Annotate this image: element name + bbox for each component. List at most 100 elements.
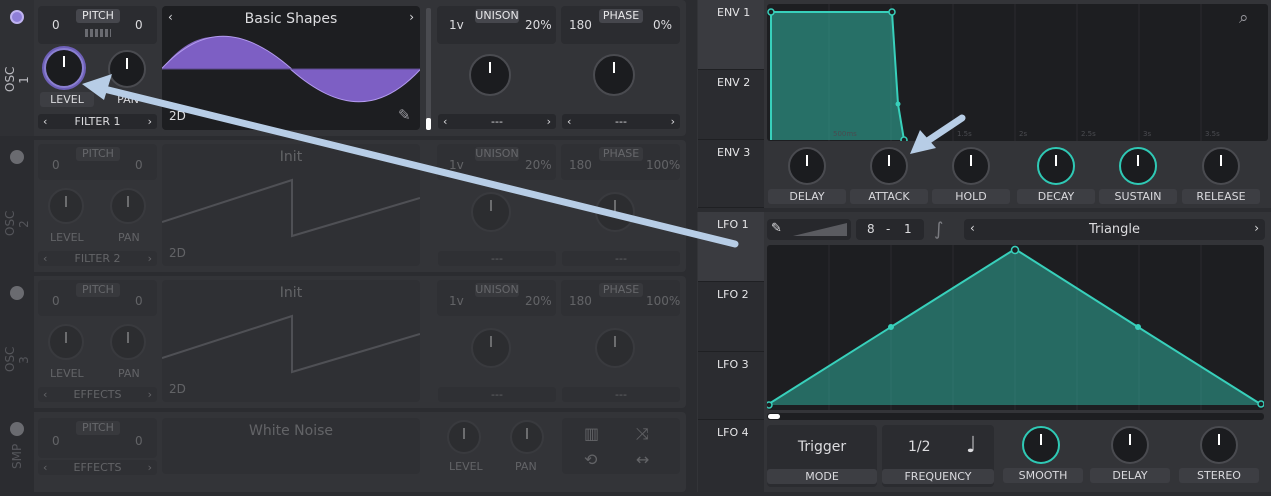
osc-3-unison-voices[interactable]: 1v: [449, 294, 464, 308]
osc-2-unison-knob[interactable]: [471, 192, 511, 232]
sample-destination-select[interactable]: ‹ EFFECTS ›: [38, 460, 157, 475]
osc-2-phase-value[interactable]: 180: [569, 158, 592, 172]
osc-2-2d-mode[interactable]: 2D: [169, 246, 186, 260]
osc-1-spectral-select[interactable]: ‹ --- ›: [438, 114, 556, 129]
osc-1-phase-knob[interactable]: [593, 54, 635, 96]
env-attack-knob[interactable]: [870, 147, 908, 185]
osc-3-wavetable-display[interactable]: Init 2D: [162, 280, 420, 402]
osc-1-unison-box[interactable]: 1v UNISON 20%: [437, 6, 556, 44]
lfo-delay-knob[interactable]: [1111, 426, 1149, 464]
tab-lfo-1[interactable]: LFO 1: [698, 212, 764, 282]
lfo-mode-value[interactable]: Trigger: [767, 439, 877, 455]
search-icon[interactable]: ⌕: [1239, 8, 1249, 28]
osc-3-phase-box[interactable]: 180 PHASE 100%: [561, 280, 680, 316]
osc-2-phase-knob[interactable]: [595, 192, 635, 232]
osc-3-spectral-select[interactable]: ---: [438, 387, 556, 402]
osc-1-unison-detune[interactable]: 20%: [525, 18, 552, 32]
curve-icon[interactable]: ∫: [934, 219, 943, 240]
osc-3-pitch-box[interactable]: 0 PITCH 0: [38, 280, 157, 316]
osc-1-pitch-transpose[interactable]: 0: [52, 18, 60, 32]
osc-3-distortion-select[interactable]: ---: [562, 387, 680, 402]
osc-2-pitch-box[interactable]: 0 PITCH 0: [38, 144, 157, 180]
osc-3-pan-knob[interactable]: [110, 324, 146, 360]
osc-2-phase-random[interactable]: 100%: [646, 158, 680, 172]
sample-pitch-tune[interactable]: 0: [135, 434, 143, 448]
env-delay-knob[interactable]: [788, 147, 826, 185]
osc-2-pitch-transpose[interactable]: 0: [52, 158, 60, 172]
music-note-icon[interactable]: ♩: [966, 433, 976, 458]
tab-lfo-4[interactable]: LFO 4: [698, 420, 764, 492]
tab-lfo-2[interactable]: LFO 2: [698, 282, 764, 352]
chevron-right-icon[interactable]: ›: [547, 114, 551, 129]
sample-level-knob[interactable]: [447, 420, 481, 454]
sample-pitch-transpose[interactable]: 0: [52, 434, 60, 448]
keyboard-icon[interactable]: ▥: [584, 424, 599, 443]
chevron-left-icon[interactable]: ‹: [43, 387, 47, 402]
lfo-grid-size[interactable]: 8 - 1: [856, 219, 924, 240]
lfo-frequency-value[interactable]: 1/2: [908, 439, 931, 455]
tab-lfo-3[interactable]: LFO 3: [698, 352, 764, 420]
chevron-left-icon[interactable]: ‹: [443, 114, 447, 129]
chevron-right-icon[interactable]: ›: [148, 387, 152, 402]
osc-2-unison-detune[interactable]: 20%: [525, 158, 552, 172]
osc-3-power-icon[interactable]: [10, 286, 24, 300]
osc-2-distortion-select[interactable]: ---: [562, 251, 680, 266]
lfo-paint-box[interactable]: ✎: [767, 219, 851, 240]
osc-1-phase-random[interactable]: 0%: [653, 18, 672, 32]
chevron-right-icon[interactable]: ›: [148, 251, 152, 266]
osc-2-unison-voices[interactable]: 1v: [449, 158, 464, 172]
osc-3-2d-mode[interactable]: 2D: [169, 382, 186, 396]
tab-env-1[interactable]: ENV 1: [698, 0, 764, 70]
chevron-left-icon[interactable]: ‹: [43, 460, 47, 475]
osc-1-unison-voices[interactable]: 1v: [449, 18, 464, 32]
osc-3-phase-random[interactable]: 100%: [646, 294, 680, 308]
sample-pitch-box[interactable]: 0 PITCH 0: [38, 418, 157, 458]
osc-2-destination-select[interactable]: ‹ FILTER 2 ›: [38, 251, 157, 266]
lfo-mode-box[interactable]: Trigger MODE: [767, 425, 877, 487]
osc-1-pitch-box[interactable]: 0 PITCH 0: [38, 6, 157, 44]
osc-2-unison-box[interactable]: 1v UNISON 20%: [437, 144, 556, 180]
osc-3-pitch-transpose[interactable]: 0: [52, 294, 60, 308]
chevron-right-icon[interactable]: ›: [1254, 221, 1259, 235]
osc-1-pitch-tune[interactable]: 0: [135, 18, 143, 32]
lfo-smooth-knob[interactable]: [1022, 426, 1060, 464]
osc-2-wavetable-display[interactable]: Init 2D: [162, 144, 420, 266]
osc-3-phase-knob[interactable]: [595, 328, 635, 368]
chevron-right-icon[interactable]: ›: [409, 10, 414, 24]
osc-1-destination-select[interactable]: ‹ FILTER 1 ›: [38, 114, 157, 129]
chevron-left-icon[interactable]: ‹: [43, 114, 47, 129]
osc-1-power-icon[interactable]: [10, 10, 24, 24]
sample-power-icon[interactable]: [10, 422, 24, 436]
lfo-phase-scrollbar[interactable]: [767, 413, 1264, 420]
osc-1-unison-knob[interactable]: [469, 54, 511, 96]
pencil-icon[interactable]: ✎: [398, 106, 411, 124]
osc-3-unison-detune[interactable]: 20%: [525, 294, 552, 308]
osc-3-pitch-tune[interactable]: 0: [135, 294, 143, 308]
tab-env-2[interactable]: ENV 2: [698, 70, 764, 140]
chevron-right-icon[interactable]: ›: [148, 114, 152, 129]
lfo-stereo-knob[interactable]: [1200, 426, 1238, 464]
envelope-graph[interactable]: 500ms 1.5s 2s 2.5s 3s 3.5s ⌕: [767, 4, 1268, 141]
chevron-right-icon[interactable]: ›: [671, 114, 675, 129]
osc-3-phase-value[interactable]: 180: [569, 294, 592, 308]
osc-1-phase-box[interactable]: 180 PHASE 0%: [561, 6, 680, 44]
osc-1-level-knob[interactable]: [44, 48, 84, 88]
env-decay-knob[interactable]: [1037, 147, 1075, 185]
env-hold-knob[interactable]: [952, 147, 990, 185]
osc-2-level-knob[interactable]: [48, 188, 84, 224]
osc-2-pan-knob[interactable]: [110, 188, 146, 224]
sample-pan-knob[interactable]: [510, 420, 544, 454]
osc-1-distortion-select[interactable]: ‹ --- ›: [562, 114, 680, 129]
osc-2-spectral-select[interactable]: ---: [438, 251, 556, 266]
chevron-left-icon[interactable]: ‹: [567, 114, 571, 129]
osc-1-phase-value[interactable]: 180: [569, 18, 592, 32]
tab-env-3[interactable]: ENV 3: [698, 140, 764, 208]
osc-3-destination-select[interactable]: ‹ EFFECTS ›: [38, 387, 157, 402]
osc-2-power-icon[interactable]: [10, 150, 24, 164]
shuffle-icon[interactable]: ⤨: [636, 424, 649, 444]
chevron-left-icon[interactable]: ‹: [43, 251, 47, 266]
osc-3-unison-knob[interactable]: [471, 328, 511, 368]
osc-1-pan-knob[interactable]: [108, 50, 146, 88]
lfo-graph[interactable]: [767, 245, 1264, 410]
env-sustain-knob[interactable]: [1119, 147, 1157, 185]
